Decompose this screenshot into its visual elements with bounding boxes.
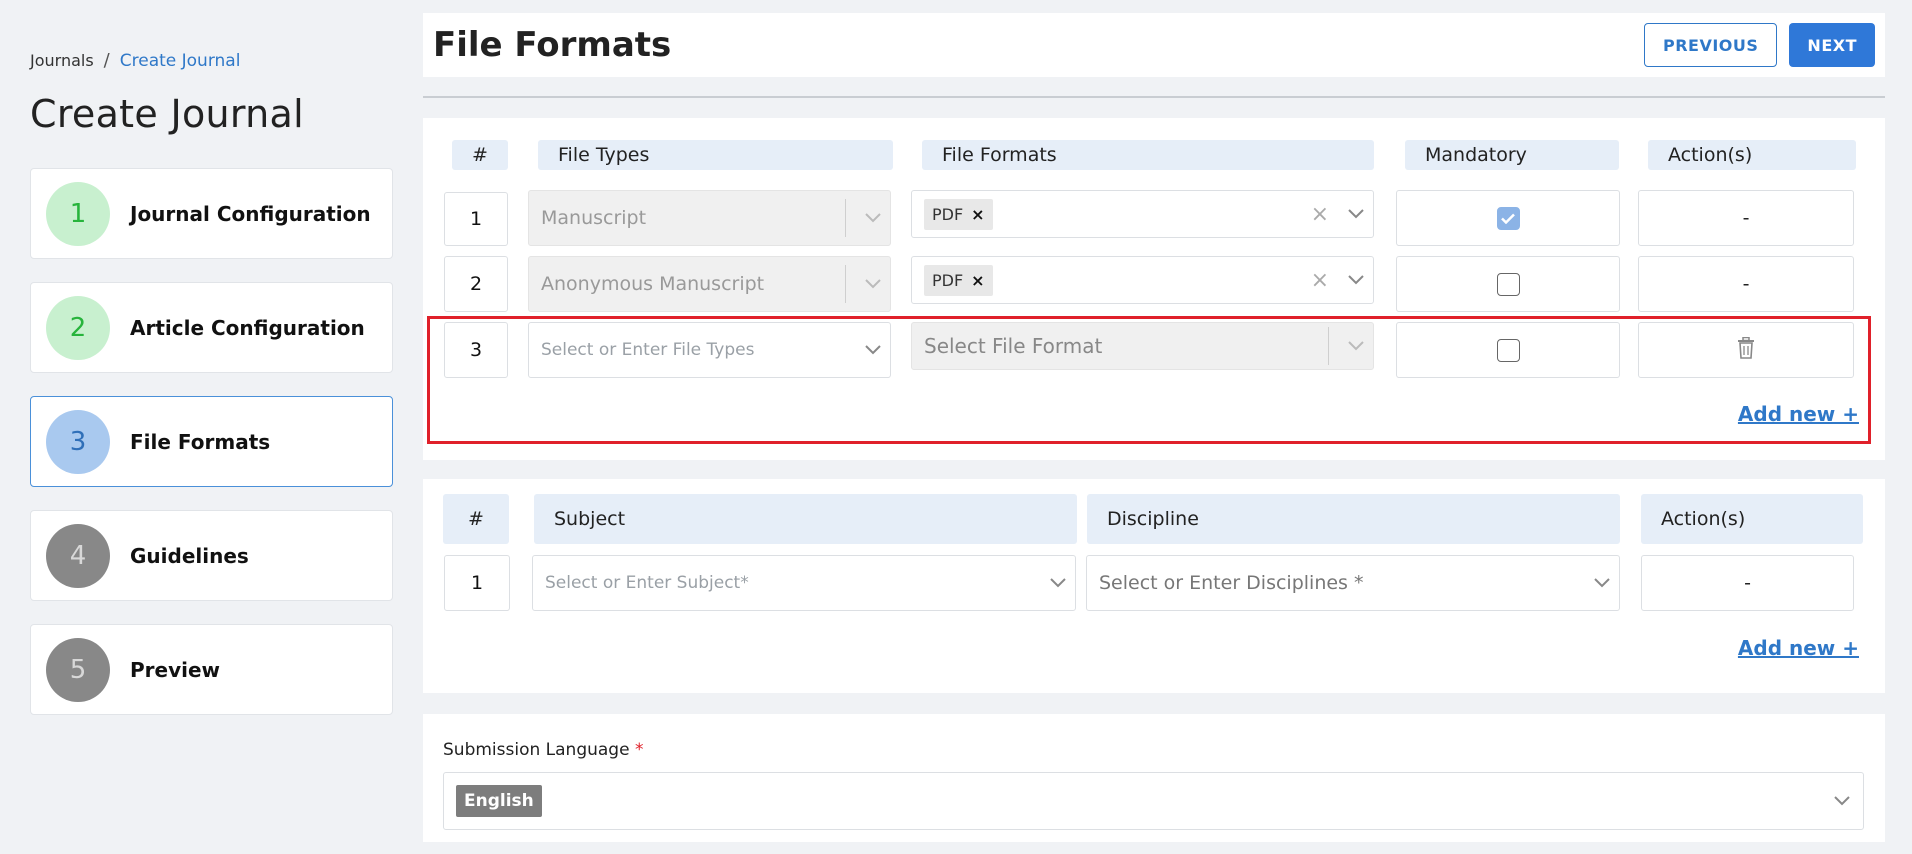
file-format-select[interactable]: PDF × ×	[911, 190, 1374, 238]
mandatory-checkbox[interactable]	[1496, 272, 1520, 296]
step-number: 1	[46, 181, 110, 246]
page-title: Create Journal	[30, 92, 304, 136]
format-tag: PDF ×	[924, 264, 993, 296]
step-label: Journal Configuration	[130, 201, 371, 226]
subject-card: # Subject Discipline Action(s) 1 Select …	[423, 479, 1885, 693]
action-cell: -	[1641, 555, 1854, 611]
format-tag: PDF ×	[924, 198, 993, 230]
action-cell	[1638, 322, 1854, 378]
step-number: 3	[46, 409, 110, 474]
select-divider	[1328, 327, 1329, 365]
format-tag-label: PDF	[932, 204, 964, 224]
section-header: File Formats PREVIOUS NEXT	[423, 13, 1885, 77]
chevron-down-icon[interactable]	[1041, 578, 1075, 588]
chevron-down-icon	[856, 279, 890, 289]
submission-language-label: Submission Language *	[443, 740, 643, 760]
step-preview[interactable]: 5 Preview	[30, 624, 393, 715]
section-title: File Formats	[433, 25, 672, 65]
step-number: 4	[46, 523, 110, 588]
chevron-down-icon[interactable]	[1339, 275, 1373, 285]
submission-language-label-text: Submission Language	[443, 740, 630, 760]
add-new-file-type-link[interactable]: Add new +	[1738, 402, 1859, 426]
file-format-placeholder: Select File Format	[924, 334, 1103, 358]
breadcrumb-separator: /	[103, 50, 110, 71]
chevron-down-icon[interactable]	[856, 345, 890, 355]
chevron-down-icon[interactable]	[1339, 209, 1373, 219]
submission-language-select[interactable]: English	[443, 772, 1864, 830]
breadcrumb-journals-link[interactable]: Journals	[30, 51, 94, 70]
file-type-value: Manuscript	[541, 207, 647, 229]
col-header-file-types: File Types	[538, 140, 893, 170]
tag-remove-icon[interactable]: ×	[971, 205, 984, 224]
chevron-down-icon[interactable]	[1825, 796, 1859, 806]
chevron-down-icon	[856, 213, 890, 223]
breadcrumb: Journals / Create Journal	[30, 50, 240, 71]
clear-icon[interactable]: ×	[1311, 202, 1329, 227]
add-new-subject-link[interactable]: Add new +	[1738, 636, 1859, 660]
col-header-num: #	[452, 140, 508, 170]
col-header-file-formats: File Formats	[922, 140, 1374, 170]
step-article-configuration[interactable]: 2 Article Configuration	[30, 282, 393, 373]
action-cell: -	[1638, 256, 1854, 312]
select-divider	[845, 199, 846, 237]
required-mark: *	[634, 740, 644, 760]
mandatory-checkbox[interactable]	[1496, 338, 1520, 362]
chevron-down-icon	[1339, 341, 1373, 351]
file-format-select[interactable]: PDF × ×	[911, 256, 1374, 304]
col-header-mandatory: Mandatory	[1405, 140, 1619, 170]
stepper: 1 Journal Configuration 2 Article Config…	[30, 168, 393, 738]
col-header-actions: Action(s)	[1641, 494, 1863, 544]
previous-button[interactable]: PREVIOUS	[1643, 23, 1778, 67]
tag-remove-icon[interactable]: ×	[971, 271, 984, 290]
row-number: 2	[444, 256, 508, 312]
chevron-down-icon[interactable]	[1585, 578, 1619, 588]
file-type-select: Manuscript	[528, 190, 891, 246]
mandatory-cell	[1396, 322, 1620, 378]
row-number: 3	[444, 322, 508, 378]
file-formats-card: # File Types File Formats Mandatory Acti…	[423, 118, 1885, 460]
step-label: File Formats	[130, 429, 271, 454]
col-header-num: #	[443, 494, 509, 544]
file-type-value: Anonymous Manuscript	[541, 273, 765, 295]
select-divider	[845, 265, 846, 303]
action-cell: -	[1638, 190, 1854, 246]
next-button[interactable]: NEXT	[1789, 23, 1875, 67]
file-type-placeholder: Select or Enter File Types	[541, 340, 755, 360]
col-header-discipline: Discipline	[1087, 494, 1620, 544]
mandatory-cell	[1396, 256, 1620, 312]
mandatory-cell	[1396, 190, 1620, 246]
discipline-placeholder: Select or Enter Disciplines *	[1099, 572, 1364, 594]
step-guidelines[interactable]: 4 Guidelines	[30, 510, 393, 601]
step-number: 2	[46, 295, 110, 360]
step-label: Preview	[130, 657, 221, 682]
file-format-select: Select File Format	[911, 322, 1374, 370]
breadcrumb-current: Create Journal	[119, 50, 241, 71]
subject-select[interactable]: Select or Enter Subject*	[532, 555, 1076, 611]
col-header-actions: Action(s)	[1648, 140, 1856, 170]
step-number: 5	[46, 637, 110, 702]
format-tag-label: PDF	[932, 270, 964, 290]
step-label: Guidelines	[130, 543, 249, 568]
row-number: 1	[444, 192, 508, 246]
subject-placeholder: Select or Enter Subject*	[545, 573, 749, 593]
trash-icon[interactable]	[1737, 336, 1755, 364]
discipline-select[interactable]: Select or Enter Disciplines *	[1086, 555, 1620, 611]
step-label: Article Configuration	[130, 315, 365, 340]
step-file-formats[interactable]: 3 File Formats	[30, 396, 393, 487]
mandatory-checkbox[interactable]	[1496, 206, 1520, 230]
language-tag: English	[456, 785, 542, 817]
clear-icon[interactable]: ×	[1311, 268, 1329, 293]
col-header-subject: Subject	[534, 494, 1077, 544]
header-divider	[423, 96, 1885, 98]
file-type-select: Anonymous Manuscript	[528, 256, 891, 312]
file-type-select[interactable]: Select or Enter File Types	[528, 322, 891, 378]
step-journal-configuration[interactable]: 1 Journal Configuration	[30, 168, 393, 259]
row-number: 1	[444, 555, 510, 611]
